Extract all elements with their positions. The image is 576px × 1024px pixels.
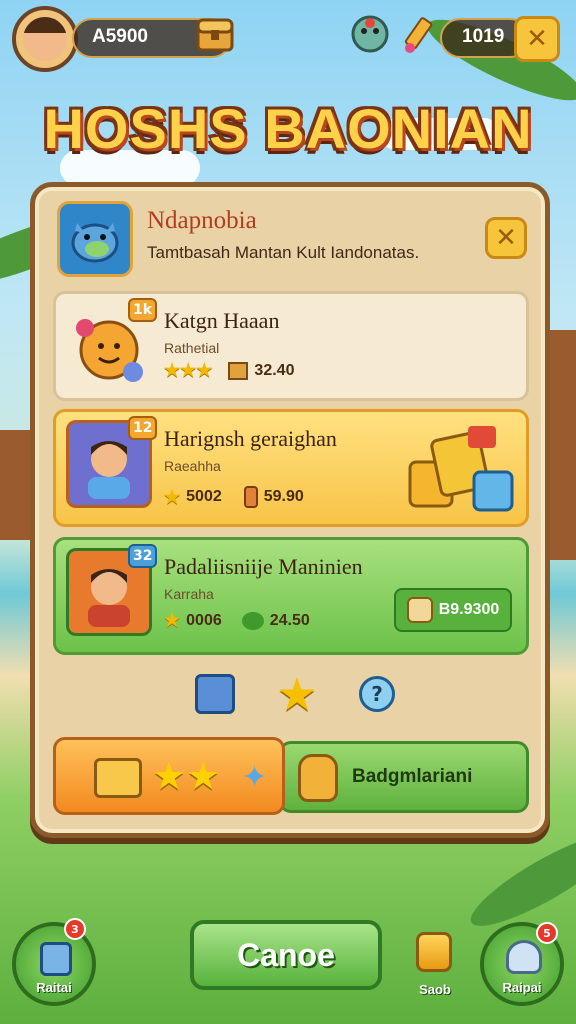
avatar-face-icon (23, 17, 67, 61)
card-subtitle: Rathetial (164, 340, 220, 356)
card-value: 59.90 (263, 488, 304, 505)
card-value: 32.40 (254, 361, 295, 379)
star-icon[interactable]: ★ (276, 671, 317, 717)
gold-bars-icon (416, 932, 452, 972)
notification-badge: 5 (536, 922, 558, 944)
coin-value: A5900 (92, 26, 148, 47)
close-icon[interactable]: ✕ (485, 217, 527, 259)
bottle-icon (243, 486, 258, 508)
price-label: B9.9300 (438, 601, 500, 618)
shop-label: Saob (419, 982, 451, 997)
close-hud-button[interactable]: ✕ (514, 16, 560, 62)
reward-stars-button[interactable]: ★★ ✦ (53, 737, 285, 815)
level-badge: 1k (128, 298, 158, 322)
pet-icon[interactable] (350, 14, 390, 54)
gift-icon (94, 758, 142, 798)
sack-icon (406, 597, 433, 623)
card-subtitle: Karraha (164, 586, 214, 602)
level-badge: 32 (128, 544, 158, 568)
leaf-icon (241, 611, 264, 630)
canoe-button[interactable]: Canoe (190, 920, 382, 990)
reward-bar: Badgmlariani ★★ ✦ (53, 737, 529, 815)
card-points: 5002 (186, 488, 222, 505)
panel-subtitle: Tamtbasah Mantan Kult Iandonatas. (147, 243, 420, 262)
player-avatar[interactable] (12, 6, 78, 72)
pencil-icon[interactable] (398, 14, 442, 58)
jar-icon (298, 754, 338, 802)
card-points: 0006 (186, 611, 222, 629)
buy-price-button[interactable]: B9.9300 (394, 588, 512, 632)
reward-label: Badgmlariani (352, 766, 473, 787)
card-stats: ★ 0006 24.50 (164, 610, 310, 631)
reward-icons: ★ ? (195, 669, 395, 719)
panel-title: Ndapnobia (147, 207, 257, 234)
card-stats: ★ 5002 59.90 (164, 486, 304, 508)
star-rating: ★★★ (164, 360, 213, 380)
notification-badge: 3 (64, 918, 86, 940)
gift-box-icon[interactable] (195, 674, 235, 714)
toy-blocks-icon (404, 422, 514, 518)
star-icon: ★ (164, 610, 181, 630)
reward-stars: ★★ (152, 754, 221, 798)
crate-icon (228, 361, 249, 380)
treasure-chest-icon[interactable] (194, 12, 236, 56)
card-value: 24.50 (269, 611, 310, 629)
card-title: Padaliisniije Maninien (164, 554, 363, 579)
quest-card[interactable]: 12 Harignsh geraighan Raeahha ★ 5002 59.… (53, 409, 529, 527)
sparkle-icon: ✦ (242, 760, 268, 795)
gem-value: 1019 (462, 26, 505, 47)
quest-panel: Ndapnobia Tamtbasah Mantan Kult Iandonat… (30, 182, 550, 838)
hut (0, 430, 30, 540)
creature-icon (57, 201, 133, 277)
card-stats: ★★★ 32.40 (164, 360, 294, 381)
card-title: Katgn Haaan (164, 308, 280, 333)
level-badge: 12 (128, 416, 158, 440)
star-icon: ★ (164, 486, 181, 507)
social-label: Raipai (502, 980, 542, 995)
quest-card[interactable]: 1k Katgn Haaan Rathetial ★★★ 32.40 (53, 291, 529, 401)
card-subtitle: Raeahha (164, 458, 221, 474)
game-title: HOSHS BAONIAN (43, 97, 533, 160)
inventory-label: Raitai (36, 980, 72, 995)
friends-icon (506, 940, 542, 974)
help-icon[interactable]: ? (359, 676, 395, 712)
backpack-icon (40, 942, 72, 976)
shop-button[interactable]: Saob (406, 928, 464, 1002)
reward-left-button[interactable]: Badgmlariani (279, 741, 529, 813)
card-title: Harignsh geraighan (164, 426, 337, 451)
hut (548, 330, 576, 560)
quest-card[interactable]: 32 Padaliisniije Maninien Karraha ★ 0006… (53, 537, 529, 655)
